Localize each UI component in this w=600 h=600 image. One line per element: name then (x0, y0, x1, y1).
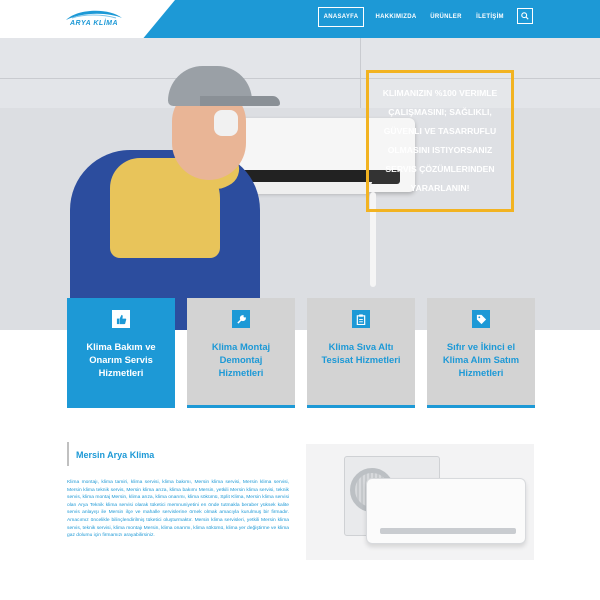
tag-icon (472, 310, 490, 328)
service-title: Klima Sıva Altı Tesisat Hizmetleri (313, 340, 409, 366)
service-card-montaj-demontaj[interactable]: Klima Montaj Demontaj Hizmetleri (187, 298, 295, 408)
nav-urunler[interactable]: ÜRÜNLER (428, 7, 464, 27)
service-title-line: Sıfır ve İkinci el (446, 341, 516, 352)
logo-text: ARYA KLİMA (70, 20, 119, 27)
worker-glove (214, 110, 238, 136)
worker-cap-brim (200, 96, 280, 106)
service-title-line: Hizmetleri (98, 367, 144, 378)
card-accent-bar (427, 405, 535, 408)
promo-box: KLIMANIZIN %100 VERIMLE ÇALIŞMASINI; SAĞ… (366, 70, 514, 212)
indoor-unit-vent (380, 528, 516, 534)
nav-iletisim[interactable]: İLETİŞİM (472, 7, 508, 27)
service-title-line: Klima Alım Satım (442, 354, 520, 365)
service-title: Klima Montaj Demontaj Hizmetleri (193, 340, 289, 379)
card-accent-bar (187, 405, 295, 408)
clipboard-icon (352, 310, 370, 328)
service-title-line: Klima Sıva Altı (328, 341, 394, 352)
thumbs-up-icon (112, 310, 130, 328)
service-card-siva-alti[interactable]: Klima Sıva Altı Tesisat Hizmetleri (307, 298, 415, 408)
ceiling-line (360, 38, 361, 108)
indoor-unit (366, 478, 526, 544)
promo-line: GÜVENLI VE TASARRUFLU (383, 126, 497, 136)
service-card-bakim-onarim[interactable]: Klima Bakım ve Onarım Servis Hizmetleri (67, 298, 175, 408)
nav-hakkimizda[interactable]: HAKKIMIZDA (372, 7, 420, 27)
promo-line: ÇALIŞMASINI; SAĞLIKLI, (388, 107, 492, 117)
nav-anasayfa[interactable]: ANASAYFA (318, 7, 364, 27)
card-accent-bar (307, 405, 415, 408)
logo-swoosh-icon[interactable] (58, 6, 130, 32)
promo-text: KLIMANIZIN %100 VERIMLE ÇALIŞMASINI; SAĞ… (383, 84, 498, 198)
promo-line: KLIMANIZIN %100 VERIMLE (382, 88, 498, 98)
service-title-line: Hizmetleri (458, 367, 504, 378)
service-title-line: Tesisat Hizmetleri (321, 354, 401, 365)
service-title-line: Hizmetleri (218, 367, 264, 378)
promo-line: OLMASINI ISTIYORSANIZ (387, 145, 493, 155)
service-title: Klima Bakım ve Onarım Servis Hizmetleri (73, 340, 169, 379)
service-title-line: Klima Bakım ve (86, 341, 156, 352)
search-icon (521, 12, 529, 20)
wrench-icon (232, 310, 250, 328)
promo-line: SERVIS ÇÖZÜMLERINDEN (385, 164, 495, 174)
service-title: Sıfır ve İkinci el Klima Alım Satım Hizm… (433, 340, 529, 379)
search-button[interactable] (517, 8, 533, 24)
promo-line: YARARLANIN! (410, 183, 470, 193)
service-card-alim-satim[interactable]: Sıfır ve İkinci el Klima Alım Satım Hizm… (427, 298, 535, 408)
section-title-bar (67, 442, 69, 466)
about-body: Klima montajı, klima tamiri, klima servi… (67, 480, 289, 539)
about-title: Mersin Arya Klima (76, 450, 155, 460)
service-title-line: Klima Montaj (211, 341, 271, 352)
service-title-line: Demontaj (219, 354, 263, 365)
service-title-line: Onarım Servis (89, 354, 153, 365)
